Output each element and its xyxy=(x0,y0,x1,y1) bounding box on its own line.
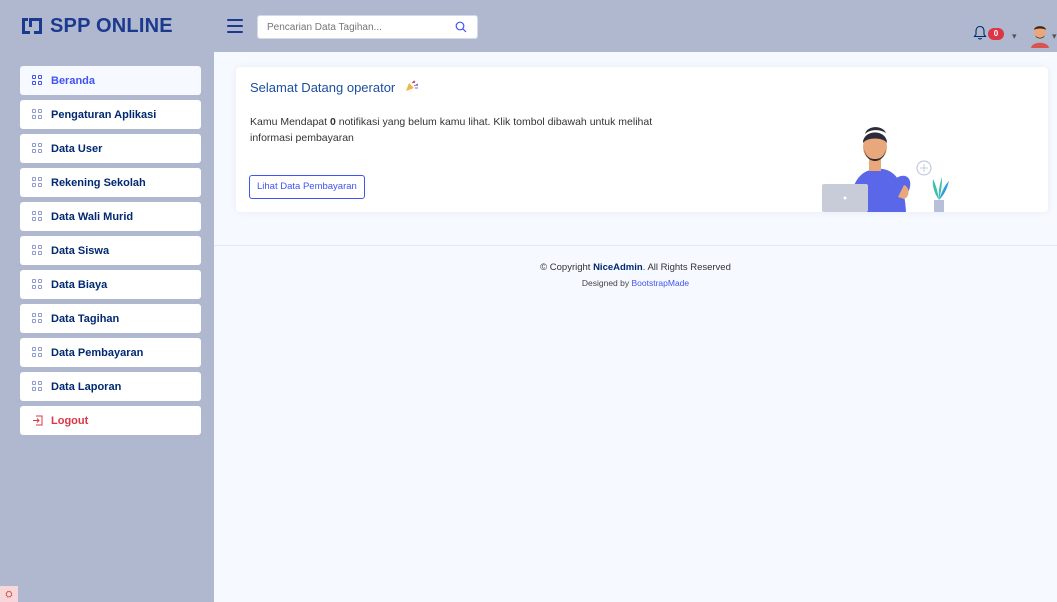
sidebar-item-label: Data Wali Murid xyxy=(51,210,134,223)
credits-text: Designed by BootstrapMade xyxy=(581,278,690,288)
sidebar-item-label: Beranda xyxy=(51,74,96,87)
sidebar-item-data-laporan[interactable]: Data Laporan xyxy=(20,372,201,401)
sidebar: Beranda Pengaturan Aplikasi Data User Re… xyxy=(0,52,214,602)
grid-icon xyxy=(32,347,43,358)
designer-link[interactable]: BootstrapMade xyxy=(631,278,689,288)
person-laptop-illustration xyxy=(822,127,949,212)
grid-icon xyxy=(32,211,43,222)
top-header: SPP ONLINE 0 ▾ ▾ xyxy=(0,0,1057,52)
toggle-sidebar-icon[interactable] xyxy=(227,19,243,33)
grid-icon xyxy=(32,75,43,86)
grid-icon xyxy=(32,177,43,188)
notification-badge: 0 xyxy=(988,28,1004,40)
user-avatar-icon[interactable] xyxy=(1029,24,1051,48)
sidebar-item-data-user[interactable]: Data User xyxy=(20,134,201,163)
sidebar-item-label: Data User xyxy=(51,142,103,155)
view-payments-button[interactable]: Lihat Data Pembayaran xyxy=(249,175,365,199)
search-bar xyxy=(257,15,478,39)
sidebar-item-data-biaya[interactable]: Data Biaya xyxy=(20,270,201,299)
sidebar-item-label: Data Laporan xyxy=(51,380,122,393)
footer-brand: NiceAdmin xyxy=(593,262,643,273)
welcome-card: Selamat Datang operator Kamu Mendapat 0 … xyxy=(236,67,1048,212)
grid-icon xyxy=(32,279,43,290)
sidebar-item-pengaturan-aplikasi[interactable]: Pengaturan Aplikasi xyxy=(20,100,201,129)
footer: © Copyright NiceAdmin. All Rights Reserv… xyxy=(214,262,1057,288)
grid-icon xyxy=(32,381,43,392)
grid-icon xyxy=(32,143,43,154)
sidebar-item-label: Data Pembayaran xyxy=(51,346,144,359)
search-input[interactable] xyxy=(258,16,438,38)
app-logo[interactable]: SPP ONLINE xyxy=(20,12,173,40)
sidebar-item-data-tagihan[interactable]: Data Tagihan xyxy=(20,304,201,333)
sidebar-item-label: Data Siswa xyxy=(51,244,110,257)
sidebar-item-label: Data Biaya xyxy=(51,278,108,291)
sidebar-item-label: Data Tagihan xyxy=(51,312,120,325)
logout-icon xyxy=(33,415,43,426)
sidebar-item-label: Pengaturan Aplikasi xyxy=(51,108,157,121)
sidebar-item-rekening-sekolah[interactable]: Rekening Sekolah xyxy=(20,168,201,197)
app-title: SPP ONLINE xyxy=(50,14,173,37)
sidebar-item-logout[interactable]: Logout xyxy=(20,406,201,435)
grid-icon xyxy=(32,109,43,120)
logo-icon xyxy=(20,16,44,36)
grid-icon xyxy=(32,245,43,256)
party-popper-icon xyxy=(405,80,419,91)
debug-toolbar-icon[interactable]: ⛭ xyxy=(0,586,18,602)
welcome-message: Kamu Mendapat 0 notifikasi yang belum ka… xyxy=(250,116,653,144)
footer-divider xyxy=(214,245,1057,246)
bell-icon[interactable] xyxy=(973,25,987,41)
search-icon[interactable] xyxy=(455,21,467,33)
sidebar-item-data-siswa[interactable]: Data Siswa xyxy=(20,236,201,265)
sidebar-item-data-pembayaran[interactable]: Data Pembayaran xyxy=(20,338,201,367)
welcome-title: Selamat Datang operator xyxy=(250,80,419,95)
sidebar-item-data-wali-murid[interactable]: Data Wali Murid xyxy=(20,202,201,231)
sidebar-item-beranda[interactable]: Beranda xyxy=(20,66,201,95)
copyright-text: © Copyright NiceAdmin. All Rights Reserv… xyxy=(540,262,731,273)
logout-label: Logout xyxy=(51,414,89,427)
sidebar-item-label: Rekening Sekolah xyxy=(51,176,146,189)
chevron-down-icon[interactable]: ▾ xyxy=(1012,31,1017,42)
chevron-down-icon[interactable]: ▾ xyxy=(1052,31,1057,42)
grid-icon xyxy=(32,313,43,324)
